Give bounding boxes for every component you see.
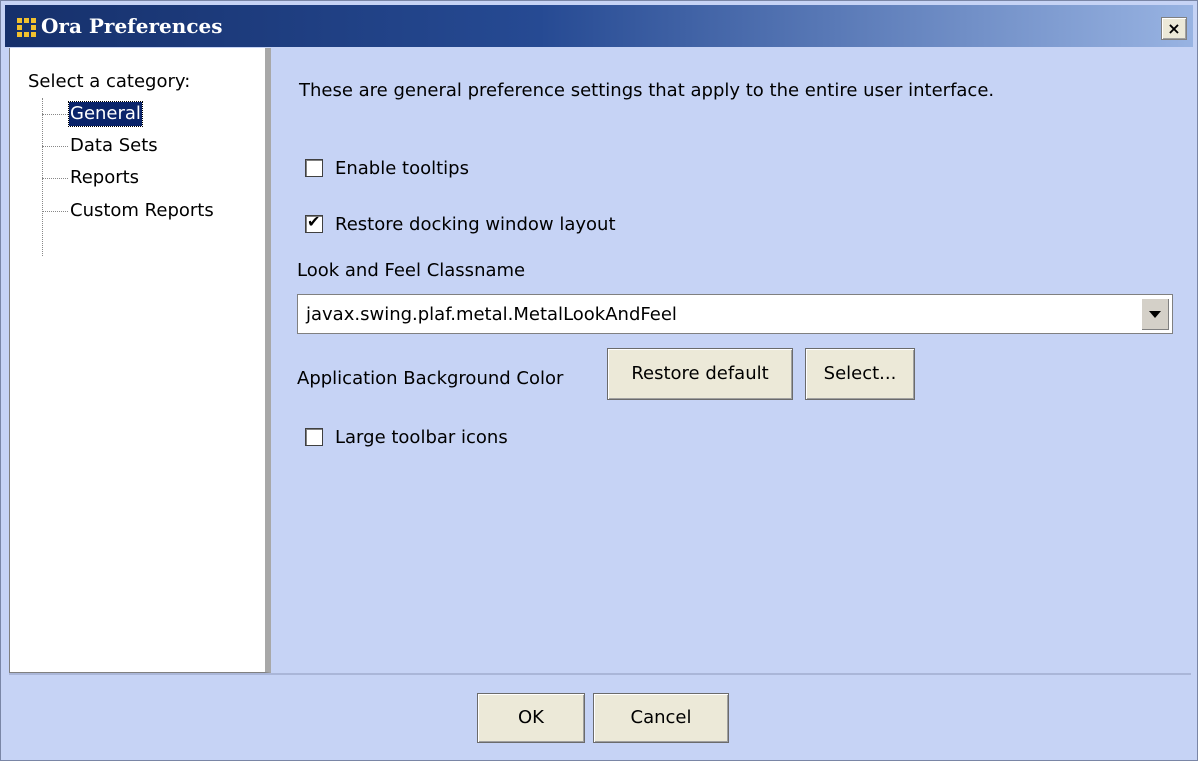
tree-item-label: Custom Reports (70, 200, 214, 221)
title-bar[interactable]: Ora Preferences × (5, 5, 1193, 47)
large-toolbar-icons-checkbox[interactable] (305, 428, 323, 446)
select-color-button[interactable]: Select... (805, 348, 915, 400)
tree-item-label: Data Sets (70, 135, 158, 156)
look-and-feel-label: Look and Feel Classname (297, 260, 526, 281)
window-title: Ora Preferences (41, 14, 223, 38)
restore-default-button[interactable]: Restore default (607, 348, 793, 400)
intro-text: These are general preference settings th… (299, 80, 995, 101)
chevron-down-icon[interactable] (1141, 298, 1169, 330)
enable-tooltips-checkbox[interactable] (305, 159, 323, 177)
enable-tooltips-label[interactable]: Enable tooltips (335, 157, 469, 181)
restore-docking-label[interactable]: Restore docking window layout (335, 213, 616, 237)
look-and-feel-value: javax.swing.plaf.metal.MetalLookAndFeel (306, 304, 677, 325)
category-tree: Select a category: General Data Sets Rep… (9, 48, 271, 673)
close-button[interactable]: × (1161, 17, 1187, 40)
general-settings-panel: These are general preference settings th… (277, 48, 1193, 673)
category-heading: Select a category: (28, 71, 191, 92)
look-and-feel-select[interactable]: javax.swing.plaf.metal.MetalLookAndFeel (297, 294, 1173, 334)
preferences-dialog: Ora Preferences × Select a category: Gen… (0, 0, 1198, 761)
tree-item-label: General (68, 101, 143, 127)
ok-button[interactable]: OK (477, 693, 585, 743)
checkmark-icon: ✔ (307, 212, 321, 231)
large-toolbar-icons-label[interactable]: Large toolbar icons (335, 426, 508, 450)
tree-item-label: Reports (70, 167, 140, 188)
footer-divider (9, 673, 1191, 675)
restore-docking-checkbox[interactable]: ✔ (305, 212, 323, 233)
background-color-label: Application Background Color (297, 368, 564, 389)
cancel-button[interactable]: Cancel (593, 693, 729, 743)
close-icon: × (1167, 19, 1181, 38)
app-icon (17, 18, 36, 37)
tree-connector (42, 98, 43, 256)
